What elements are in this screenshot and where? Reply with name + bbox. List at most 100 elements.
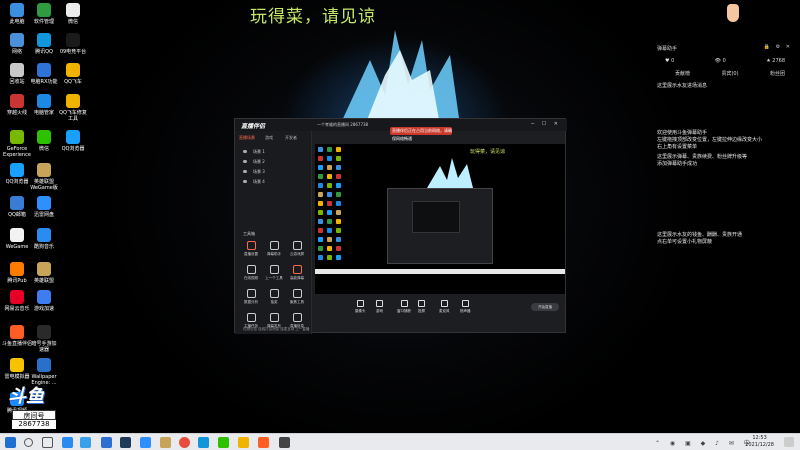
tab-developer[interactable]: 开发者 [285,135,297,141]
toolbox-item[interactable]: 弹幕助手 [264,241,284,257]
desktop-icon[interactable]: QQ浏览器 [2,163,32,185]
taskbar-app-icon[interactable] [279,437,290,448]
scene-item[interactable]: 场景 3 [243,169,265,175]
desktop-icon[interactable]: GeForce Experience [2,130,32,158]
app-icon [37,196,51,210]
toolbox-item[interactable]: 聚焦工具 [287,289,307,305]
desktop-icon-label: GeForce Experience [3,146,31,158]
taskbar-app-icon[interactable] [238,437,249,448]
preview-desktop-icon [327,192,332,197]
desktop-icon[interactable]: 腾讯Pub [2,262,32,284]
source-icon [376,300,383,307]
desktop-icon[interactable]: 电脑RX功能 [29,63,59,85]
toolbox-item[interactable]: 云游戏屏 [287,241,307,257]
toolbox-item[interactable]: 数据分析 [241,289,261,305]
desktop-icon[interactable]: 穿越火线 [2,94,32,116]
tab-games[interactable]: 游戏 [265,135,273,141]
taskbar-app-icon[interactable] [258,437,269,448]
desktop-icon[interactable]: WeGame [2,228,32,250]
task-view-icon[interactable] [42,437,53,448]
desktop-icon-label: 网络 [11,49,22,55]
app-icon [66,94,80,108]
desktop-icon[interactable]: QQ邮箱 [2,196,32,218]
live-companion-window[interactable]: 直播伴侣 一个孝顺的直播间 2867738 ─ ☐ ✕ 直播伴侣正在占用当前网络… [234,118,567,334]
desktop-icon[interactable]: 电脑管家 [29,94,59,116]
desktop-icon[interactable]: 酷狗音乐 [29,228,59,250]
desktop-icon[interactable]: 微信 [29,130,59,152]
preview-ice-spikes [427,158,473,188]
desktop-icon[interactable]: QQ浏览器 [58,130,88,152]
toolbox-item[interactable]: 在线视频 [241,265,261,281]
desktop-icon[interactable]: 微信 [58,3,88,25]
app-icon [66,3,80,17]
desktop-icon[interactable]: QQ飞车 [58,63,88,85]
desktop-icon[interactable]: 斗鱼直播伴侣 [2,325,32,347]
taskbar-app-icon[interactable] [160,437,171,448]
desktop-icon[interactable]: Wallpaper Engine: ... [29,358,59,386]
source-button[interactable]: 扬声器 [460,300,471,314]
scene-item[interactable]: 场景 1 [243,149,265,155]
preview-desktop-icon [327,228,332,233]
source-button[interactable]: 麦克风 [439,300,450,314]
scene-item[interactable]: 场景 2 [243,159,265,165]
clock[interactable]: 12:53 2021/12/28 [745,435,774,449]
clock-date: 2021/12/28 [745,442,774,448]
desktop-icon[interactable]: 腾讯QQ [29,33,59,55]
eye-icon[interactable] [243,150,247,153]
app-icon [10,228,24,242]
network-notice[interactable]: 直播伴侣正在占用当前网络，请确保网络畅通 [390,127,452,141]
desktop-icon[interactable]: 网易云音乐 [2,290,32,312]
taskbar-app-icon[interactable] [80,437,91,448]
toolbox-item[interactable]: 直播设置 [241,241,261,257]
tool-icon [269,265,279,274]
taskbar-app-icon[interactable] [101,437,112,448]
desktop-icon[interactable]: 雷电模拟器 [2,358,32,380]
eye-icon[interactable] [243,170,247,173]
taskbar-app-icon[interactable] [62,437,73,448]
tab-scenes[interactable]: 直播场景 [239,135,255,141]
window-controls[interactable]: ─ ☐ ✕ [531,121,561,127]
source-button[interactable]: 窗口捕获 [397,300,411,314]
toolbox-item[interactable]: 抽奖 [264,289,284,305]
tab-contribution[interactable]: 贡献榜 [675,70,690,77]
browser-icon[interactable] [179,437,190,448]
desktop-icon[interactable]: 游戏加速 [29,290,59,312]
start-live-button[interactable]: 开始直播 [531,303,559,311]
search-icon[interactable] [24,438,33,447]
desktop-icon[interactable]: QQ飞车修复 工具 [58,94,88,122]
stream-title: 一个孝顺的直播间 2867738 [317,122,369,127]
desktop-icon[interactable]: 09电竞平台 [58,33,88,55]
windows-start-icon[interactable] [5,437,16,448]
desktop-icon[interactable]: 英雄联盟 [29,262,59,284]
desktop-icon[interactable]: 软件管理 [29,3,59,25]
preview-desktop-icon [318,192,323,197]
taskbar-app-icon[interactable] [120,437,131,448]
preview-desktop-icon [318,246,323,251]
taskbar-app-icon[interactable] [198,437,209,448]
source-button[interactable]: 摄像头 [355,300,366,314]
desktop-icon[interactable]: 此电脑 [2,3,32,25]
eye-icon[interactable] [243,160,247,163]
desktop-icon[interactable]: 回收站 [2,63,32,85]
desktop-icon-label: Wallpaper Engine: ... [31,374,57,386]
wechat-icon[interactable] [218,437,229,448]
panel-tabs: 贡献榜 贵宾(0) 粉丝团 [675,70,785,77]
desktop-icon[interactable]: 网络 [2,33,32,55]
danmu-assistant-panel[interactable]: 弹幕助手 🔒 ⚙ ✕ ♥ 0 👁 0 ★ 2768 贡献榜 贵宾(0) 粉丝团 … [655,40,800,300]
notification-icon[interactable] [784,437,794,447]
toolbox-item[interactable]: 上一个工具 [264,265,284,281]
tab-fans[interactable]: 粉丝团 [770,70,785,77]
tab-vip[interactable]: 贵宾(0) [721,70,738,77]
toolbox-item[interactable]: 高能弹幕 [287,265,307,281]
desktop-icon[interactable]: 迅雷网盘 [29,196,59,218]
desktop-icon[interactable]: 暗号手游加 速器 [29,325,59,353]
taskbar-app-icon[interactable] [140,437,151,448]
tray-icons[interactable]: ⌃ ◉ ▣ ◆ ♪ ✉ 中 [655,438,754,447]
scene-item[interactable]: 场景 4 [243,179,265,185]
source-button[interactable]: 投屏 [418,300,425,314]
app-icon [10,262,24,276]
eye-icon[interactable] [243,180,247,183]
source-button[interactable]: 游戏 [376,300,383,314]
desktop-icon[interactable]: 英雄联盟 WeGame版 [29,163,59,191]
panel-window-controls[interactable]: 🔒 ⚙ ✕ [764,44,792,50]
